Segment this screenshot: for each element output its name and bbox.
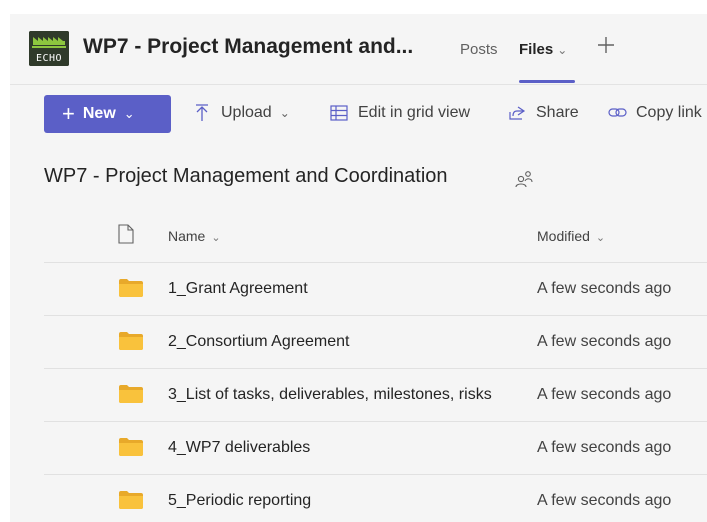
file-name[interactable]: 3_List of tasks, deliverables, milestone… <box>168 386 492 404</box>
column-header-name[interactable]: Name ⌄ <box>168 228 221 244</box>
edit-grid-view-button[interactable]: Edit in grid view <box>330 104 470 122</box>
grid-label: Edit in grid view <box>358 104 471 121</box>
teams-files-view: ECHO WP7 - Project Management and... Pos… <box>10 14 707 522</box>
plus-icon <box>598 37 614 53</box>
file-type-icon[interactable] <box>118 224 134 249</box>
people-icon <box>515 171 533 188</box>
new-label: New <box>82 105 116 122</box>
table-row[interactable]: 3_List of tasks, deliverables, milestone… <box>44 369 707 422</box>
folder-icon <box>119 491 143 509</box>
copy-link-label: Copy link <box>636 104 702 121</box>
upload-button[interactable]: Upload ⌄ <box>194 104 290 122</box>
column-header-modified[interactable]: Modified ⌄ <box>537 228 605 244</box>
share-button[interactable]: Share <box>508 104 579 122</box>
team-logo: ECHO <box>29 31 69 66</box>
chevron-down-icon: ⌄ <box>595 232 606 244</box>
add-tab-button[interactable] <box>597 36 615 58</box>
modified-time: A few seconds ago <box>537 492 672 509</box>
modified-time: A few seconds ago <box>537 333 672 350</box>
logo-text: ECHO <box>35 53 63 64</box>
share-icon <box>509 106 526 120</box>
folder-icon <box>119 279 143 297</box>
copy-link-button[interactable]: Copy link <box>608 104 702 122</box>
members-icon[interactable] <box>514 169 534 194</box>
modified-time: A few seconds ago <box>537 280 672 297</box>
table-row[interactable]: 2_Consortium Agreement A few seconds ago <box>44 316 707 369</box>
modified-time: A few seconds ago <box>537 386 672 403</box>
folder-icon <box>119 385 143 403</box>
team-title[interactable]: WP7 - Project Management and... <box>83 35 413 59</box>
file-name[interactable]: 5_Periodic reporting <box>168 492 311 510</box>
share-label: Share <box>536 104 579 121</box>
link-icon <box>608 108 627 117</box>
file-name[interactable]: 2_Consortium Agreement <box>168 333 349 351</box>
folder-icon <box>119 332 143 350</box>
folder-icon <box>119 438 143 456</box>
channel-header: ECHO WP7 - Project Management and... Pos… <box>10 14 707 85</box>
upload-icon <box>196 104 208 121</box>
new-button[interactable]: + New ⌄ <box>44 95 171 133</box>
active-tab-indicator <box>519 80 575 83</box>
library-title: WP7 - Project Management and Coordinatio… <box>44 165 448 187</box>
table-row[interactable]: 5_Periodic reporting A few seconds ago <box>44 475 707 522</box>
table-row[interactable]: 1_Grant Agreement A few seconds ago <box>44 263 707 316</box>
tab-label: Posts <box>460 41 498 58</box>
grid-icon <box>330 105 348 121</box>
chevron-down-icon: ⌄ <box>211 232 221 244</box>
tab-files[interactable]: Files ⌄ <box>519 41 567 58</box>
table-row[interactable]: 4_WP7 deliverables A few seconds ago <box>44 422 707 475</box>
upload-label: Upload <box>221 104 272 121</box>
file-name[interactable]: 1_Grant Agreement <box>168 280 308 298</box>
tab-posts[interactable]: Posts <box>460 41 498 58</box>
files-table: Name ⌄ Modified ⌄ 1_Grant Agreement A few … <box>44 210 707 522</box>
file-name[interactable]: 4_WP7 deliverables <box>168 439 310 457</box>
tab-label: Files <box>519 41 554 58</box>
column-label: Name <box>168 228 206 244</box>
column-label: Modified <box>537 228 590 244</box>
modified-time: A few seconds ago <box>537 439 672 456</box>
chevron-down-icon[interactable]: ⌄ <box>557 43 567 57</box>
chevron-down-icon: ⌄ <box>279 106 290 120</box>
chevron-down-icon: ⌄ <box>123 106 135 121</box>
plus-icon: + <box>62 101 75 126</box>
table-header: Name ⌄ Modified ⌄ <box>44 210 707 263</box>
